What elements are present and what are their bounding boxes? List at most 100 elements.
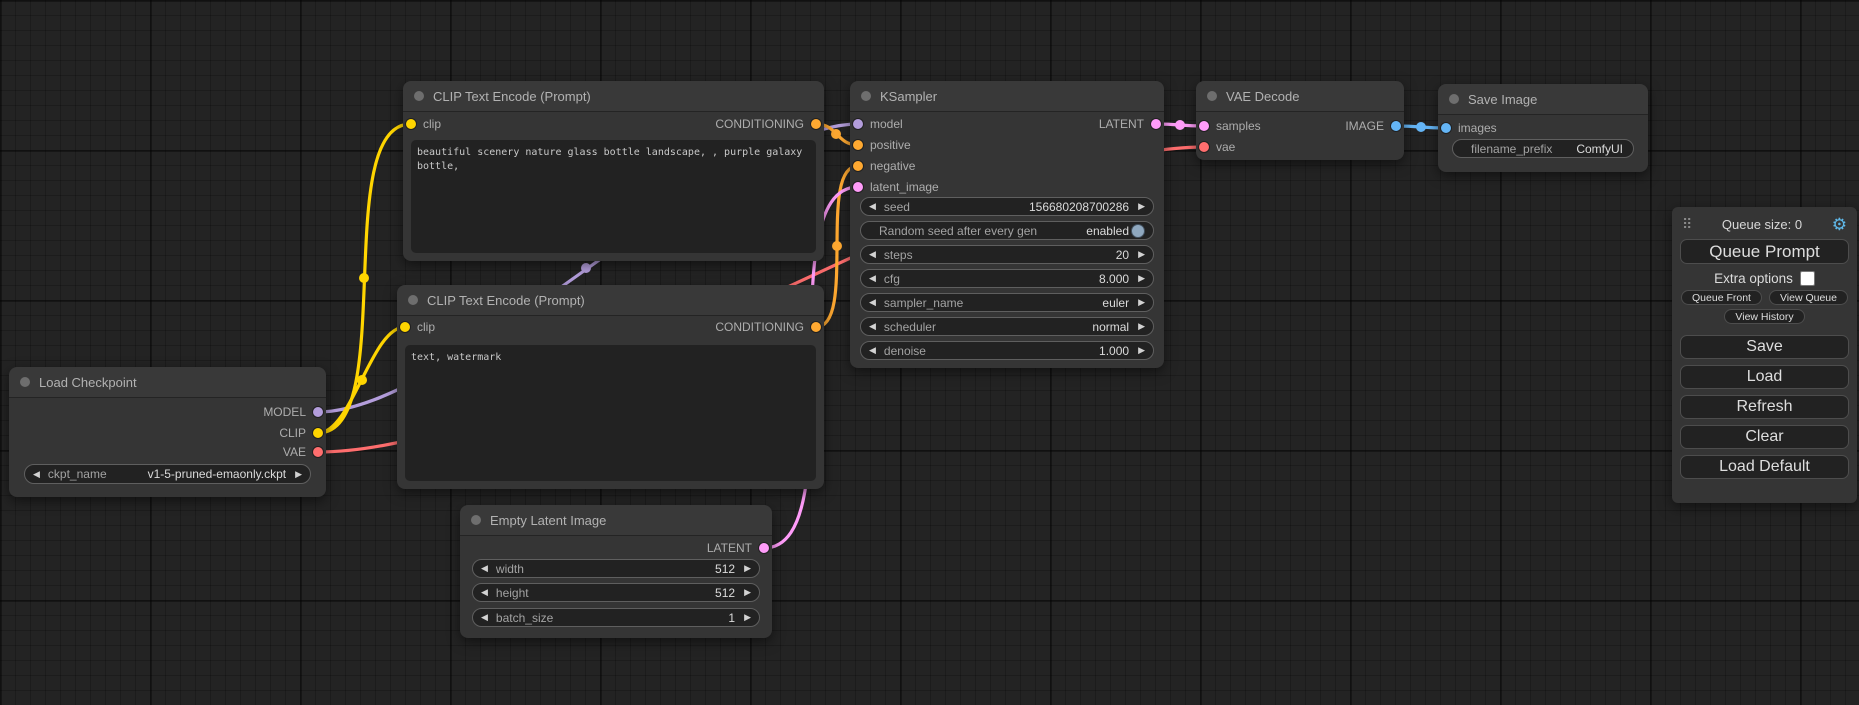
latent-port-dot[interactable]	[1199, 121, 1209, 131]
stepper-right-icon[interactable]: ▶	[1138, 322, 1145, 331]
view-history-button[interactable]: View History	[1724, 309, 1804, 324]
node-title: Save Image	[1468, 92, 1537, 107]
stepper-right-icon[interactable]: ▶	[1138, 274, 1145, 283]
port-label: CONDITIONING	[715, 320, 804, 334]
node-vae-decode[interactable]: VAE Decode samples vae IMAGE	[1196, 81, 1404, 160]
stepper-right-icon[interactable]: ▶	[295, 470, 302, 479]
extra-options-checkbox[interactable]	[1800, 271, 1815, 286]
node-clip-text-encode-positive[interactable]: CLIP Text Encode (Prompt) clip CONDITION…	[403, 81, 824, 261]
node-ksampler[interactable]: KSampler model positive negative latent_…	[850, 81, 1164, 368]
input-port-model: model	[853, 116, 903, 132]
node-title-bar[interactable]: Empty Latent Image	[460, 505, 772, 536]
collapse-dot-icon[interactable]	[414, 91, 424, 101]
node-title: Empty Latent Image	[490, 513, 606, 528]
model-port-dot[interactable]	[313, 407, 323, 417]
conditioning-port-dot[interactable]	[811, 322, 821, 332]
node-empty-latent-image[interactable]: Empty Latent Image LATENT ◀ width 512 ▶ …	[460, 505, 772, 638]
node-title-bar[interactable]: CLIP Text Encode (Prompt)	[403, 81, 824, 112]
queue-prompt-button[interactable]: Queue Prompt	[1680, 239, 1849, 264]
stepper-left-icon[interactable]: ◀	[481, 588, 488, 597]
width-widget[interactable]: ◀ width 512 ▶	[472, 559, 760, 578]
load-default-button[interactable]: Load Default	[1680, 455, 1849, 479]
model-port-dot[interactable]	[853, 119, 863, 129]
stepper-right-icon[interactable]: ▶	[1138, 202, 1145, 211]
latent-port-dot[interactable]	[853, 182, 863, 192]
latent-port-dot[interactable]	[1151, 119, 1161, 129]
negative-prompt-textarea[interactable]: text, watermark	[405, 345, 816, 481]
random-seed-widget[interactable]: Random seed after every gen enabled	[860, 221, 1154, 240]
port-label: images	[1458, 121, 1497, 135]
stepper-left-icon[interactable]: ◀	[869, 250, 876, 259]
port-label: samples	[1216, 119, 1261, 133]
output-port-latent: LATENT	[707, 540, 769, 556]
view-queue-button[interactable]: View Queue	[1769, 290, 1848, 305]
stepper-left-icon[interactable]: ◀	[869, 346, 876, 355]
node-clip-text-encode-negative[interactable]: CLIP Text Encode (Prompt) clip CONDITION…	[397, 285, 824, 489]
stepper-right-icon[interactable]: ▶	[1138, 250, 1145, 259]
filename-prefix-widget[interactable]: filename_prefix ComfyUI	[1452, 139, 1634, 158]
vae-port-dot[interactable]	[1199, 142, 1209, 152]
toggle-enabled-icon[interactable]	[1131, 224, 1145, 238]
stepper-left-icon[interactable]: ◀	[869, 274, 876, 283]
stepper-left-icon[interactable]: ◀	[481, 564, 488, 573]
node-title-bar[interactable]: Load Checkpoint	[9, 367, 326, 398]
image-port-dot[interactable]	[1391, 121, 1401, 131]
load-button[interactable]: Load	[1680, 365, 1849, 389]
refresh-button[interactable]: Refresh	[1680, 395, 1849, 419]
node-title-bar[interactable]: VAE Decode	[1196, 81, 1404, 112]
stepper-right-icon[interactable]: ▶	[744, 588, 751, 597]
port-label: MODEL	[263, 405, 306, 419]
image-port-dot[interactable]	[1441, 123, 1451, 133]
widget-value: ComfyUI	[1576, 142, 1623, 156]
drag-handle-icon[interactable]: ⠿	[1682, 217, 1692, 231]
stepper-left-icon[interactable]: ◀	[869, 298, 876, 307]
stepper-left-icon[interactable]: ◀	[33, 470, 40, 479]
node-title: Load Checkpoint	[39, 375, 137, 390]
clip-port-dot[interactable]	[406, 119, 416, 129]
collapse-dot-icon[interactable]	[471, 515, 481, 525]
conditioning-port-dot[interactable]	[811, 119, 821, 129]
node-title-bar[interactable]: Save Image	[1438, 84, 1648, 115]
cfg-widget[interactable]: ◀ cfg 8.000 ▶	[860, 269, 1154, 288]
stepper-right-icon[interactable]: ▶	[744, 564, 751, 573]
node-title: CLIP Text Encode (Prompt)	[433, 89, 591, 104]
ckpt-name-widget[interactable]: ◀ ckpt_name v1-5-pruned-emaonly.ckpt ▶	[24, 464, 311, 484]
node-load-checkpoint[interactable]: Load Checkpoint MODEL CLIP VAE ◀ ckpt_na…	[9, 367, 326, 497]
steps-widget[interactable]: ◀ steps 20 ▶	[860, 245, 1154, 264]
collapse-dot-icon[interactable]	[1207, 91, 1217, 101]
height-widget[interactable]: ◀ height 512 ▶	[472, 583, 760, 602]
node-save-image[interactable]: Save Image images filename_prefix ComfyU…	[1438, 84, 1648, 172]
settings-gear-icon[interactable]: ⚙	[1832, 216, 1847, 233]
stepper-left-icon[interactable]: ◀	[869, 202, 876, 211]
scheduler-widget[interactable]: ◀ scheduler normal ▶	[860, 317, 1154, 336]
vae-port-dot[interactable]	[313, 447, 323, 457]
stepper-right-icon[interactable]: ▶	[1138, 298, 1145, 307]
seed-widget[interactable]: ◀ seed 156680208700286 ▶	[860, 197, 1154, 216]
collapse-dot-icon[interactable]	[1449, 94, 1459, 104]
clip-port-dot[interactable]	[313, 428, 323, 438]
conditioning-port-dot[interactable]	[853, 161, 863, 171]
conditioning-port-dot[interactable]	[853, 140, 863, 150]
clip-port-dot[interactable]	[400, 322, 410, 332]
clear-button[interactable]: Clear	[1680, 425, 1849, 449]
latent-port-dot[interactable]	[759, 543, 769, 553]
stepper-left-icon[interactable]: ◀	[869, 322, 876, 331]
collapse-dot-icon[interactable]	[861, 91, 871, 101]
widget-label: ckpt_name	[48, 467, 148, 481]
node-title-bar[interactable]: KSampler	[850, 81, 1164, 112]
collapse-dot-icon[interactable]	[20, 377, 30, 387]
positive-prompt-textarea[interactable]: beautiful scenery nature glass bottle la…	[411, 140, 816, 253]
queue-front-button[interactable]: Queue Front	[1681, 290, 1762, 305]
node-title-bar[interactable]: CLIP Text Encode (Prompt)	[397, 285, 824, 316]
denoise-widget[interactable]: ◀ denoise 1.000 ▶	[860, 341, 1154, 360]
widget-label: width	[496, 562, 715, 576]
collapse-dot-icon[interactable]	[408, 295, 418, 305]
link-dot-image	[1416, 122, 1426, 132]
stepper-left-icon[interactable]: ◀	[481, 613, 488, 622]
stepper-right-icon[interactable]: ▶	[744, 613, 751, 622]
save-button[interactable]: Save	[1680, 335, 1849, 359]
port-label: positive	[870, 138, 911, 152]
sampler-name-widget[interactable]: ◀ sampler_name euler ▶	[860, 293, 1154, 312]
stepper-right-icon[interactable]: ▶	[1138, 346, 1145, 355]
batch-size-widget[interactable]: ◀ batch_size 1 ▶	[472, 608, 760, 627]
